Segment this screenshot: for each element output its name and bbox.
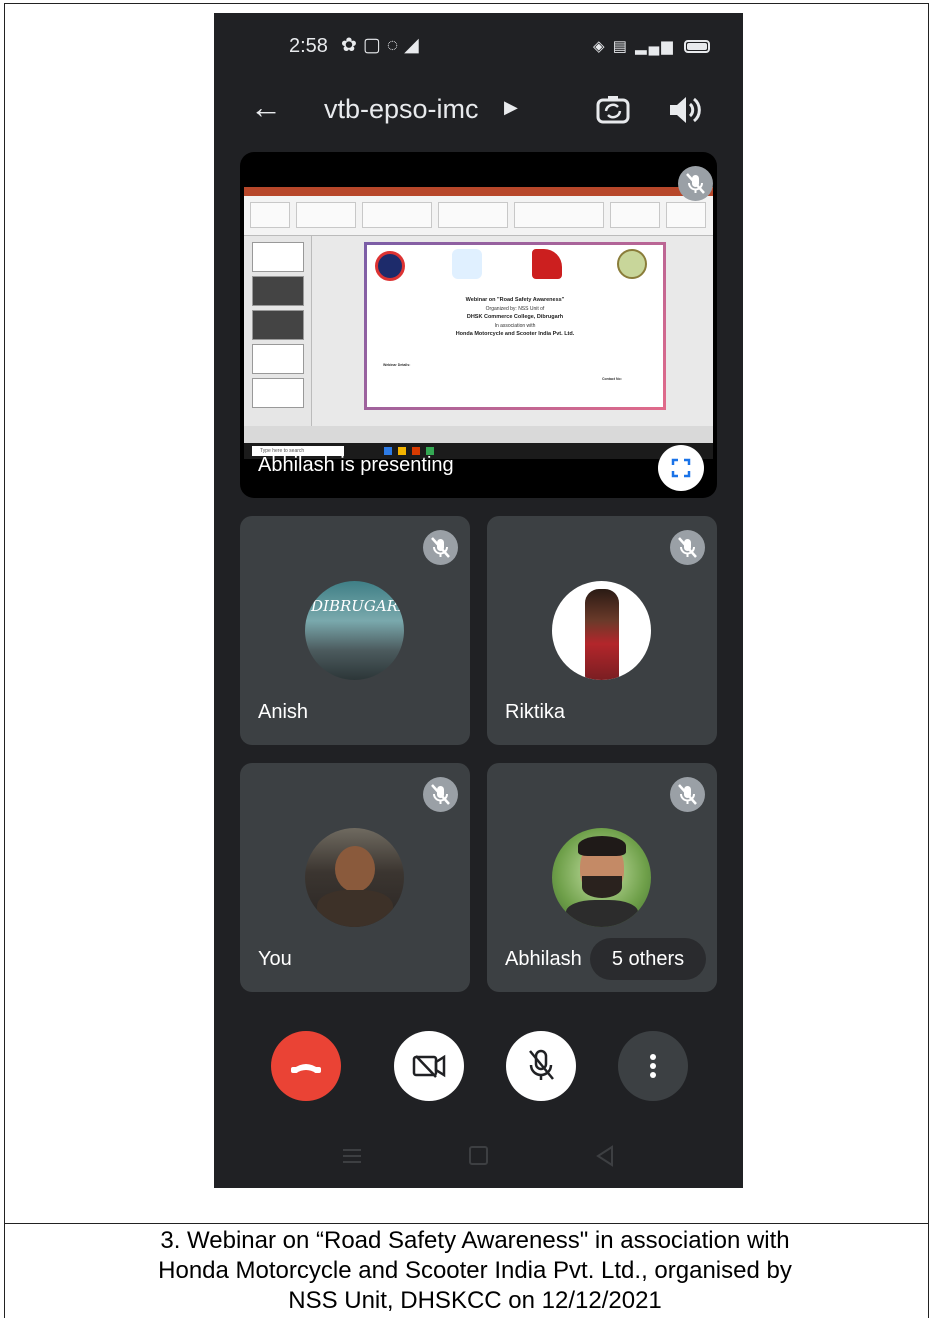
seal-logo xyxy=(617,249,647,279)
presentation-tile[interactable]: Webinar on "Road Safety Awareness" Organ… xyxy=(240,152,717,498)
mic-off-icon xyxy=(670,530,705,565)
ribbon-group xyxy=(296,202,356,228)
mic-off-icon xyxy=(678,166,713,201)
ribbon-group xyxy=(514,202,604,228)
status-time: 2:58 xyxy=(289,35,328,57)
avatar xyxy=(305,828,404,927)
others-chip[interactable]: 5 others xyxy=(590,938,706,980)
slide-college: DHSK Commerce College, Dibrugarh xyxy=(466,314,564,320)
phone-screenshot: 2:58 ✿▢◌◢ ◈ ▤ ▂▄▆ ← vtb-epso-imc ▶ Webin… xyxy=(214,13,743,1188)
chevron-right-icon[interactable]: ▶ xyxy=(504,97,518,118)
slide-thumbnail xyxy=(252,310,304,340)
ppt-ribbon xyxy=(244,196,713,236)
status-notification-icons: ✿▢◌◢ xyxy=(341,34,425,57)
battery-icon xyxy=(684,40,710,53)
more-vert-icon xyxy=(650,1054,656,1078)
avatar xyxy=(552,581,651,680)
gear-icon: ✿ xyxy=(341,35,363,56)
slide-thumbnails xyxy=(244,236,312,426)
more-options-button[interactable] xyxy=(618,1031,688,1101)
hang-up-icon xyxy=(291,1064,321,1073)
status-system-icons: ◈ ▤ ▂▄▆ xyxy=(593,37,675,55)
participant-name: Anish xyxy=(258,701,309,723)
frame-divider xyxy=(4,1223,929,1224)
caption-line: NSS Unit, DHSKCC on 12/12/2021 xyxy=(288,1287,662,1314)
status-bar: 2:58 ✿▢◌◢ ◈ ▤ ▂▄▆ xyxy=(214,13,743,75)
participant-name: Riktika xyxy=(505,701,566,723)
ppt-title-bar xyxy=(244,187,713,196)
mic-off-icon xyxy=(423,530,458,565)
back-arrow-icon[interactable]: ← xyxy=(250,89,282,125)
mic-off-icon xyxy=(423,777,458,812)
presenter-label: Abhilash is presenting xyxy=(258,454,454,476)
mic-off-icon xyxy=(670,777,705,812)
caption-line: Honda Motorcycle and Scooter India Pvt. … xyxy=(158,1257,792,1284)
end-call-button[interactable] xyxy=(271,1031,341,1101)
ribbon-group xyxy=(250,202,290,228)
honda-logo xyxy=(532,249,562,279)
slide-association: In association with xyxy=(494,323,536,329)
slide-organizer: Organized by: NSS Unit of xyxy=(485,306,545,312)
shared-screen: Webinar on "Road Safety Awareness" Organ… xyxy=(244,187,713,459)
meeting-code[interactable]: vtb-epso-imc xyxy=(324,93,479,125)
slide-thumbnail xyxy=(252,276,304,306)
slide-thumbnail xyxy=(252,242,304,272)
home-icon[interactable] xyxy=(469,1146,488,1165)
slide-canvas: Webinar on "Road Safety Awareness" Organ… xyxy=(312,236,713,426)
cast-icon: ▢ xyxy=(362,35,387,56)
mic-off-icon xyxy=(529,1049,554,1080)
caption-line: 3. Webinar on “Road Safety Awareness" in… xyxy=(160,1227,790,1254)
avatar-text: DIBRUGARH xyxy=(311,597,404,615)
recents-icon[interactable] xyxy=(341,1148,363,1164)
figure-caption: 3. Webinar on “Road Safety Awareness" in… xyxy=(60,1226,890,1316)
android-nav-bar xyxy=(214,1118,743,1188)
avatar xyxy=(552,828,651,927)
frame-left-border xyxy=(4,3,5,1318)
mic-toggle-button[interactable] xyxy=(506,1031,576,1101)
slide-thumbnail xyxy=(252,378,304,408)
participant-tile[interactable]: Abhilash 5 others xyxy=(487,763,717,992)
meeting-top-bar: ← vtb-epso-imc ▶ xyxy=(214,75,743,145)
speaker-icon[interactable] xyxy=(667,92,701,128)
avatar: DIBRUGARH xyxy=(305,581,404,680)
camera-toggle-button[interactable] xyxy=(394,1031,464,1101)
fullscreen-button[interactable] xyxy=(658,445,704,491)
hotspot-icon: ◈ xyxy=(593,38,607,55)
frame-top-border xyxy=(4,3,929,4)
signal-icon: ▂▄▆ xyxy=(635,38,675,55)
slide-details-heading: Webinar Details: xyxy=(383,363,411,367)
fullscreen-icon xyxy=(671,458,691,478)
ribbon-group xyxy=(666,202,706,228)
ribbon-group xyxy=(438,202,508,228)
slide-title: Webinar on "Road Safety Awareness" xyxy=(465,297,565,303)
frame-right-border xyxy=(928,3,929,1318)
nav-back-icon[interactable] xyxy=(594,1144,616,1168)
participant-tile[interactable]: Riktika xyxy=(487,516,717,745)
webinar-slide: Webinar on "Road Safety Awareness" Organ… xyxy=(364,242,666,410)
ribbon-group xyxy=(610,202,660,228)
whatsapp-icon: ◌ xyxy=(386,35,405,56)
participant-tile[interactable]: You xyxy=(240,763,470,992)
switch-camera-icon[interactable] xyxy=(595,92,631,128)
nss-logo xyxy=(375,251,405,281)
camera-off-icon xyxy=(412,1054,446,1078)
college-logo xyxy=(452,249,482,279)
participant-name: You xyxy=(258,948,292,970)
slide-partner: Honda Motorcycle and Scooter India Pvt. … xyxy=(455,331,575,337)
ribbon-group xyxy=(362,202,432,228)
slide-contact-heading: Contact No: xyxy=(602,377,622,381)
volte-icon: ▤ xyxy=(612,38,629,55)
slide-thumbnail xyxy=(252,344,304,374)
telegram-icon: ◢ xyxy=(404,35,425,56)
participant-tile[interactable]: DIBRUGARH Anish xyxy=(240,516,470,745)
participant-name: Abhilash xyxy=(505,948,582,970)
